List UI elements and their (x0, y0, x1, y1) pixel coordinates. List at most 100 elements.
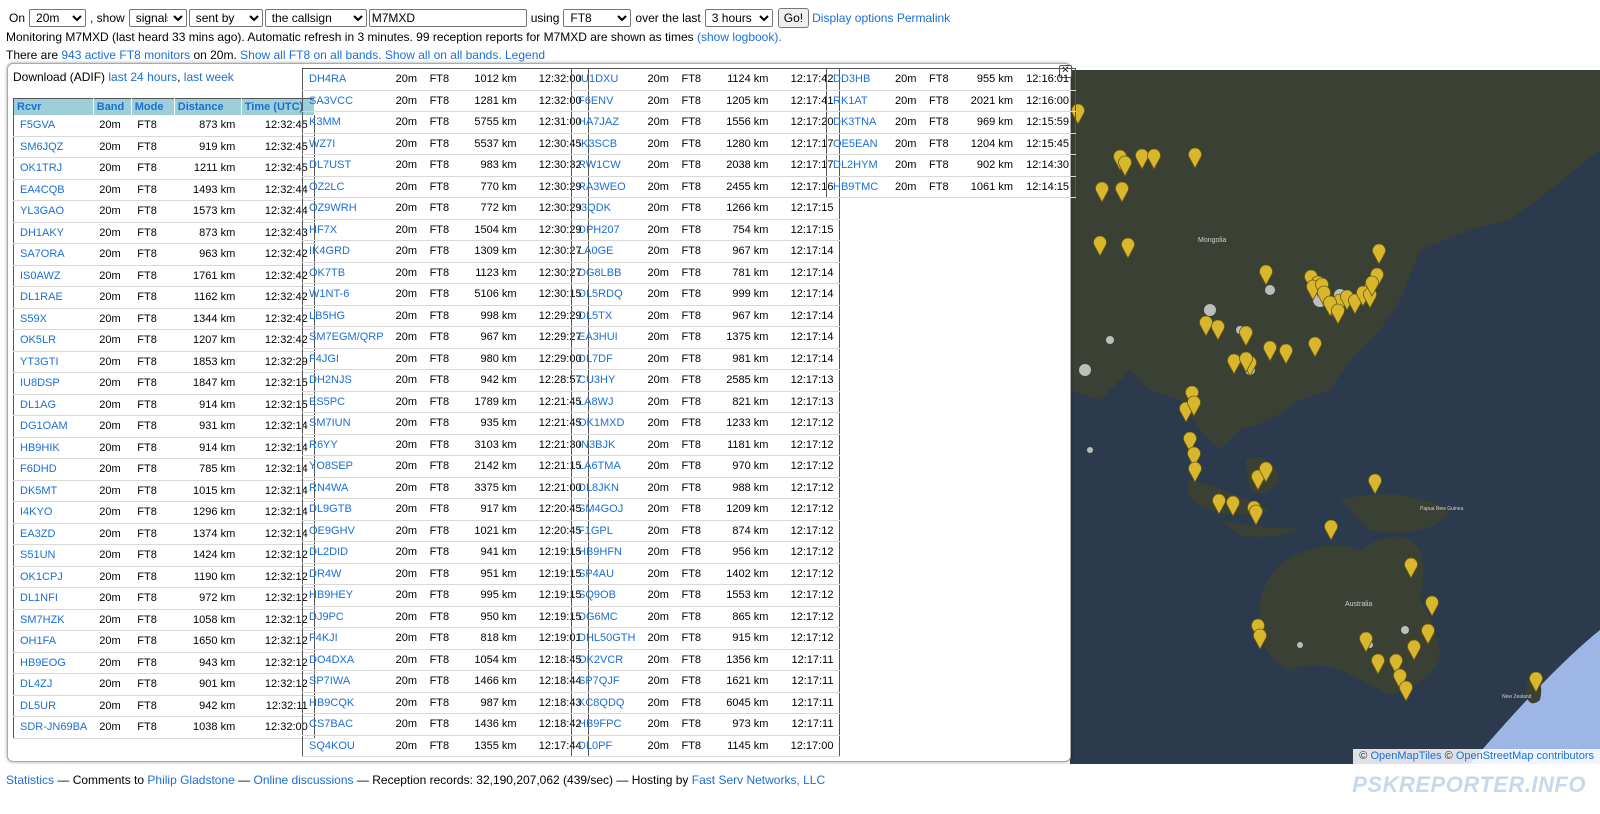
map-canvas[interactable]: Mongolia Australia Papua New Guinea New … (1070, 70, 1600, 764)
receiver-link[interactable]: DK3TNA (826, 111, 889, 134)
receiver-link[interactable]: IK3SCB (571, 133, 642, 155)
receiver-link[interactable]: IK4GRD (302, 240, 390, 263)
receiver-link[interactable]: CU3HY (571, 369, 642, 392)
receiver-link[interactable]: HA7JAZ (571, 111, 642, 134)
receiver-link[interactable]: DL4ZJ (13, 673, 94, 696)
show-type-select[interactable]: signals (128, 9, 187, 27)
receiver-link[interactable]: RA3WEO (571, 176, 642, 198)
target-select[interactable]: the callsign (264, 9, 367, 27)
openmaptiles-link[interactable]: OpenMapTiles (1370, 750, 1441, 762)
direction-select[interactable]: sent by (188, 9, 263, 27)
receiver-link[interactable]: SA7ORA (13, 243, 94, 266)
receiver-link[interactable]: SM6JQZ (13, 136, 94, 158)
receiver-link[interactable]: RK1AT (826, 90, 889, 112)
receiver-link[interactable]: ES5PC (302, 391, 390, 413)
receiver-link[interactable]: KC8QDQ (571, 692, 642, 714)
receiver-link[interactable]: S51UN (13, 544, 94, 567)
receiver-link[interactable]: SP4AU (571, 563, 642, 585)
receiver-link[interactable]: DL8JKN (571, 477, 642, 499)
legend-link[interactable]: Legend (505, 48, 545, 62)
receiver-link[interactable]: LB5HG (302, 305, 390, 327)
receiver-link[interactable]: DJ9PC (302, 606, 390, 628)
receiver-link[interactable]: DHL50GTH (571, 627, 642, 650)
receiver-link[interactable]: F6DHD (13, 458, 94, 481)
receiver-link[interactable]: SQ4KOU (302, 735, 390, 757)
receiver-link[interactable]: CS7BAC (302, 713, 390, 736)
receiver-link[interactable]: F6ENV (571, 90, 642, 112)
receiver-link[interactable]: DH4RA (302, 68, 390, 91)
receiver-link[interactable]: RW1CW (571, 154, 642, 177)
receiver-link[interactable]: R6YY (302, 434, 390, 456)
receiver-link[interactable]: HB9TMC (826, 176, 889, 198)
receiver-link[interactable]: SM7HZK (13, 609, 94, 631)
receiver-link[interactable]: EA3HUI (571, 326, 642, 349)
show-logbook-link[interactable]: (show logbook). (697, 30, 782, 44)
receiver-link[interactable]: OZ9WRH (302, 197, 390, 220)
receiver-link[interactable]: HB9EOG (13, 652, 94, 674)
show-all-ft8-link[interactable]: Show all FT8 on all bands. (240, 48, 381, 62)
receiver-link[interactable]: OK5LR (13, 329, 94, 352)
receiver-link[interactable]: HB9CQK (302, 692, 390, 714)
show-all-link[interactable]: Show all on all bands. (385, 48, 502, 62)
receiver-link[interactable]: SP7IWA (302, 670, 390, 693)
receiver-link[interactable]: YT3GTI (13, 351, 94, 373)
header-distance[interactable]: Distance (174, 98, 242, 115)
receiver-link[interactable]: OZ2LC (302, 176, 390, 198)
receiver-link[interactable]: DL5RDQ (571, 283, 642, 306)
receiver-link[interactable]: S59X (13, 308, 94, 330)
receiver-link[interactable]: SA3VCC (302, 90, 390, 112)
receiver-link[interactable]: DD3HB (826, 68, 889, 91)
receiver-link[interactable]: DO4DXA (302, 649, 390, 671)
receiver-link[interactable]: DG8LBB (571, 262, 642, 284)
receiver-link[interactable]: OK7TB (302, 262, 390, 284)
receiver-link[interactable]: OK2VCR (571, 649, 642, 671)
receiver-link[interactable]: HF7X (302, 219, 390, 241)
receiver-link[interactable]: OE5EAN (826, 133, 889, 155)
band-select[interactable]: 20m (29, 9, 87, 27)
download-24h-link[interactable]: last 24 hours (108, 70, 177, 84)
receiver-link[interactable]: SQ9OB (571, 584, 642, 607)
receiver-link[interactable]: DL5UR (13, 695, 94, 717)
receiver-link[interactable]: YO8SEP (302, 455, 390, 478)
receiver-link[interactable]: YL3GAO (13, 200, 94, 223)
receiver-link[interactable]: SM7IUN (302, 412, 390, 435)
receiver-link[interactable]: F4JGI (302, 348, 390, 370)
receiver-link[interactable]: SM7EGM/QRP (302, 326, 390, 349)
period-select[interactable]: 3 hours (704, 9, 773, 27)
receiver-link[interactable]: DL1RAE (13, 286, 94, 309)
receiver-link[interactable]: DG6MC (571, 606, 642, 628)
receiver-link[interactable]: RN4WA (302, 477, 390, 499)
receiver-link[interactable]: F1GPL (571, 520, 642, 542)
receiver-link[interactable]: DR4W (302, 563, 390, 585)
receiver-link[interactable]: OK1TRJ (13, 157, 94, 180)
receiver-link[interactable]: DL9GTB (302, 498, 390, 521)
statistics-link[interactable]: Statistics (6, 773, 54, 787)
receiver-link[interactable]: F5GVA (13, 115, 94, 137)
osm-link[interactable]: OpenStreetMap contributors (1456, 750, 1594, 762)
permalink-link[interactable]: Permalink (897, 10, 950, 27)
display-options-link[interactable]: Display options (812, 10, 893, 27)
receiver-link[interactable]: HB9HFN (571, 541, 642, 564)
receiver-link[interactable]: DL0PF (571, 735, 642, 757)
receiver-link[interactable]: IU1DXU (571, 68, 642, 91)
receiver-link[interactable]: EA4CQB (13, 179, 94, 201)
receiver-link[interactable]: DK5MT (13, 480, 94, 502)
receiver-link[interactable]: IN3BJK (571, 434, 642, 456)
receiver-link[interactable]: WZ7I (302, 133, 390, 155)
active-monitors-link[interactable]: 943 active FT8 monitors (61, 48, 190, 62)
receiver-link[interactable]: I3QDK (571, 197, 642, 220)
receiver-link[interactable]: DH2NJS (302, 369, 390, 392)
download-week-link[interactable]: last week (184, 70, 234, 84)
mode-select[interactable]: FT8 (563, 9, 632, 27)
receiver-link[interactable]: W1NT-6 (302, 283, 390, 306)
receiver-link[interactable]: DL1AG (13, 394, 94, 416)
receiver-link[interactable]: HB9HEY (302, 584, 390, 607)
header-band[interactable]: Band (93, 98, 132, 115)
receiver-link[interactable]: HB9HIK (13, 437, 94, 459)
discussions-link[interactable]: Online discussions (253, 773, 353, 787)
receiver-link[interactable]: DL7UST (302, 154, 390, 177)
receiver-link[interactable]: OK1MXD (571, 412, 642, 435)
receiver-link[interactable]: I4KYO (13, 501, 94, 524)
receiver-link[interactable]: SP7QJF (571, 670, 642, 693)
receiver-link[interactable]: DL2HYM (826, 154, 889, 177)
